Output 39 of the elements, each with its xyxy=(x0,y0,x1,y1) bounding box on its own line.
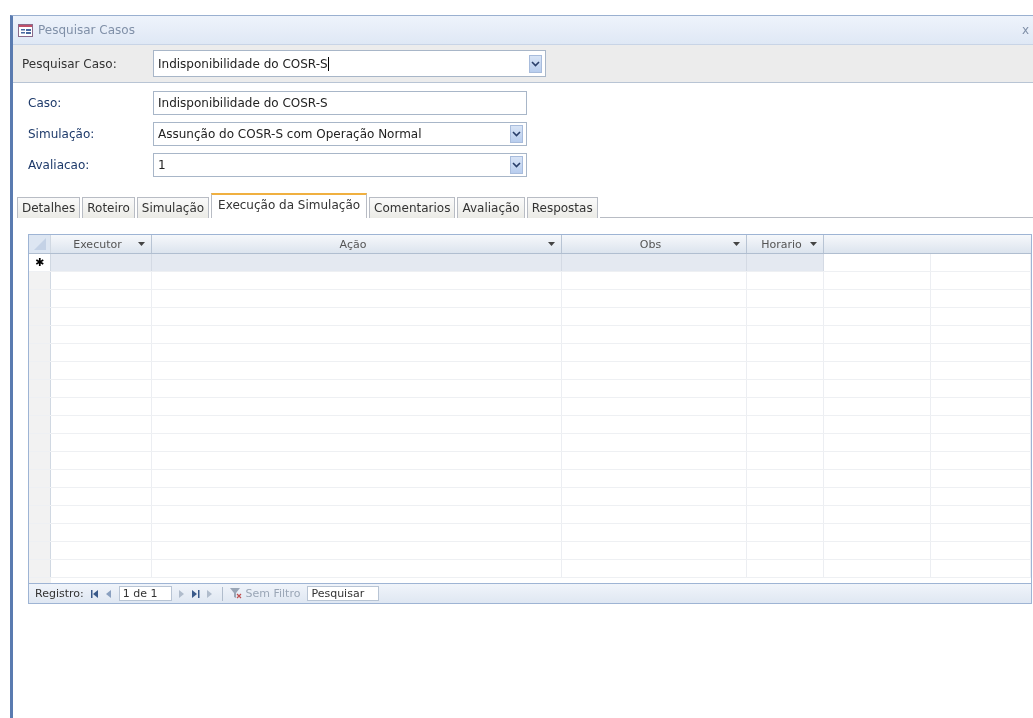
search-field[interactable]: Pesquisar xyxy=(307,586,380,601)
text-field[interactable]: Indisponibilidade do COSR-S xyxy=(153,91,527,115)
dropdown-icon[interactable] xyxy=(529,54,542,73)
dropdown-icon[interactable] xyxy=(510,156,523,174)
last-record-icon[interactable] xyxy=(192,589,201,598)
record-position-field[interactable]: 1 de 1 xyxy=(118,586,173,601)
tab[interactable]: Comentarios xyxy=(369,197,456,218)
window-title: Pesquisar Casos xyxy=(38,23,135,37)
tab[interactable]: Execução da Simulação xyxy=(211,193,368,218)
tab[interactable]: Respostas xyxy=(526,197,598,218)
table-cell[interactable] xyxy=(51,254,152,271)
tab[interactable]: Roteiro xyxy=(82,197,135,218)
first-record-icon[interactable] xyxy=(90,589,99,598)
sort-menu-icon[interactable] xyxy=(810,242,817,246)
column-header[interactable]: Obs xyxy=(562,235,747,253)
record-label: Registro: xyxy=(35,587,84,600)
table-cell[interactable] xyxy=(152,254,562,271)
table-cell[interactable] xyxy=(747,254,824,271)
sort-menu-icon[interactable] xyxy=(548,242,555,246)
search-label: Pesquisar Caso: xyxy=(22,56,118,71)
tab[interactable]: Simulação xyxy=(136,197,210,218)
dropdown-icon[interactable] xyxy=(510,125,523,143)
new-record-marker: ✱ xyxy=(29,254,51,271)
form-icon xyxy=(18,23,33,37)
sort-menu-icon[interactable] xyxy=(138,242,145,246)
column-header[interactable]: Executor xyxy=(51,235,152,253)
combo-field[interactable]: Assunção do COSR-S com Operação Normal xyxy=(153,122,527,146)
field-label: Avaliacao: xyxy=(28,158,91,172)
table-cell[interactable] xyxy=(562,254,747,271)
funnel-icon xyxy=(230,588,243,599)
column-header[interactable]: Horario xyxy=(747,235,824,253)
column-header[interactable]: Ação xyxy=(152,235,562,253)
tab[interactable]: Detalhes xyxy=(17,197,81,218)
search-combo[interactable]: Indisponibilidade do COSR-S xyxy=(153,50,546,77)
combo-field[interactable]: 1 xyxy=(153,153,527,177)
field-label: Caso: xyxy=(28,96,63,110)
sort-menu-icon[interactable] xyxy=(733,242,740,246)
field-label: Simulação: xyxy=(28,127,96,141)
tab[interactable]: Avaliação xyxy=(457,197,525,218)
